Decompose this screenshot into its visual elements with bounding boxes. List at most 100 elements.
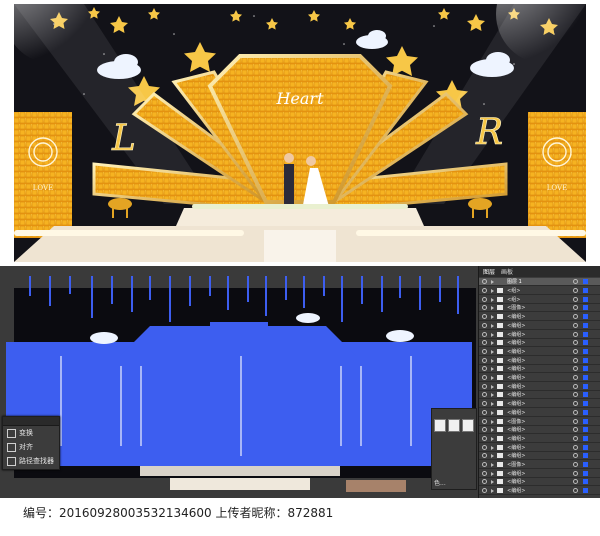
expand-icon[interactable] xyxy=(491,393,494,398)
expand-icon[interactable] xyxy=(491,480,494,485)
tool-align[interactable]: 对齐 xyxy=(3,440,59,454)
target-icon[interactable] xyxy=(573,366,578,372)
eye-icon[interactable] xyxy=(482,331,487,337)
expand-icon[interactable] xyxy=(491,419,494,424)
layer-row[interactable]: <编组> xyxy=(479,470,600,478)
target-icon[interactable] xyxy=(573,462,578,467)
target-icon[interactable] xyxy=(573,418,578,424)
expand-icon[interactable] xyxy=(491,454,494,459)
layer-row[interactable]: <编组> xyxy=(479,452,600,461)
layer-row[interactable]: <编组> xyxy=(479,322,600,330)
eye-icon[interactable] xyxy=(482,296,487,302)
eye-icon[interactable] xyxy=(482,340,487,346)
target-icon[interactable] xyxy=(573,348,578,354)
eye-icon[interactable] xyxy=(482,305,487,311)
target-icon[interactable] xyxy=(573,331,578,337)
eye-icon[interactable] xyxy=(482,444,487,450)
target-icon[interactable] xyxy=(573,375,578,380)
layer-row[interactable]: <编组> xyxy=(479,383,600,391)
eye-icon[interactable] xyxy=(482,488,487,494)
eye-icon[interactable] xyxy=(482,427,487,433)
target-icon[interactable] xyxy=(573,357,578,363)
target-icon[interactable] xyxy=(573,488,578,494)
expand-icon[interactable] xyxy=(491,367,494,372)
eye-icon[interactable] xyxy=(482,401,487,407)
layer-row[interactable]: <编组> xyxy=(479,435,600,443)
eye-icon[interactable] xyxy=(482,375,487,380)
tab-artboards[interactable]: 画板 xyxy=(501,267,513,276)
expand-icon[interactable] xyxy=(491,323,494,328)
layer-row[interactable]: <编组> xyxy=(479,400,600,409)
target-icon[interactable] xyxy=(573,435,578,441)
layer-row[interactable]: <编组> xyxy=(479,348,600,356)
swatch-thumb[interactable] xyxy=(434,419,446,432)
target-icon[interactable] xyxy=(573,470,578,476)
layer-row[interactable]: <编组> xyxy=(479,339,600,348)
eye-icon[interactable] xyxy=(482,453,487,459)
target-icon[interactable] xyxy=(573,322,578,328)
expand-icon[interactable] xyxy=(491,463,494,467)
target-icon[interactable] xyxy=(573,401,578,407)
eye-icon[interactable] xyxy=(482,383,487,389)
expand-icon[interactable] xyxy=(491,489,494,494)
expand-icon[interactable] xyxy=(491,280,494,284)
target-icon[interactable] xyxy=(573,279,578,284)
target-icon[interactable] xyxy=(573,305,578,311)
expand-icon[interactable] xyxy=(491,436,494,441)
layer-row[interactable]: <编组> xyxy=(479,374,600,382)
eye-icon[interactable] xyxy=(482,479,487,485)
layer-row-top[interactable]: 图层 1 xyxy=(479,278,600,286)
expand-icon[interactable] xyxy=(491,402,494,407)
layer-row[interactable]: <图像> xyxy=(479,304,600,313)
swatch-thumb[interactable] xyxy=(448,419,460,432)
target-icon[interactable] xyxy=(573,444,578,450)
expand-icon[interactable] xyxy=(491,410,494,415)
layer-row[interactable]: <组> xyxy=(479,296,600,304)
target-icon[interactable] xyxy=(573,409,578,415)
target-icon[interactable] xyxy=(573,479,578,485)
target-icon[interactable] xyxy=(573,392,578,398)
expand-icon[interactable] xyxy=(491,289,494,293)
target-icon[interactable] xyxy=(573,383,578,389)
expand-icon[interactable] xyxy=(491,376,494,380)
layer-row[interactable]: <编组> xyxy=(479,409,600,417)
target-icon[interactable] xyxy=(573,288,578,293)
target-icon[interactable] xyxy=(573,427,578,433)
eye-icon[interactable] xyxy=(482,462,487,467)
eye-icon[interactable] xyxy=(482,409,487,415)
eye-icon[interactable] xyxy=(482,357,487,363)
tab-layers[interactable]: 图层 xyxy=(483,267,495,276)
layer-row[interactable]: <编组> xyxy=(479,365,600,374)
layer-row[interactable]: <编组> xyxy=(479,426,600,435)
layer-row[interactable]: <编组> xyxy=(479,313,600,322)
tool-pathfinder[interactable]: 路径查找器 xyxy=(3,454,59,468)
expand-icon[interactable] xyxy=(491,315,494,320)
expand-icon[interactable] xyxy=(491,384,494,389)
expand-icon[interactable] xyxy=(491,445,494,450)
target-icon[interactable] xyxy=(573,296,578,302)
artboard-canvas[interactable] xyxy=(0,266,478,498)
target-icon[interactable] xyxy=(573,314,578,320)
expand-icon[interactable] xyxy=(491,306,494,311)
expand-icon[interactable] xyxy=(491,332,494,337)
tool-transform[interactable]: 变换 xyxy=(3,426,59,440)
eye-icon[interactable] xyxy=(482,279,487,284)
target-icon[interactable] xyxy=(573,340,578,346)
eye-icon[interactable] xyxy=(482,392,487,398)
eye-icon[interactable] xyxy=(482,348,487,354)
layer-row[interactable]: <组> xyxy=(479,287,600,295)
expand-icon[interactable] xyxy=(491,349,494,354)
swatch-thumb[interactable] xyxy=(462,419,474,432)
expand-icon[interactable] xyxy=(491,341,494,346)
eye-icon[interactable] xyxy=(482,418,487,424)
expand-icon[interactable] xyxy=(491,358,494,363)
layer-row[interactable]: <编组> xyxy=(479,357,600,365)
eye-icon[interactable] xyxy=(482,288,487,293)
tools-panel-header[interactable] xyxy=(3,417,59,426)
eye-icon[interactable] xyxy=(482,470,487,476)
layer-row[interactable]: <图像> xyxy=(479,461,600,469)
layer-row[interactable]: <图像> xyxy=(479,418,600,426)
layer-row[interactable]: <编组> xyxy=(479,444,600,452)
expand-icon[interactable] xyxy=(491,297,494,302)
layer-row[interactable]: <编组> xyxy=(479,487,600,496)
